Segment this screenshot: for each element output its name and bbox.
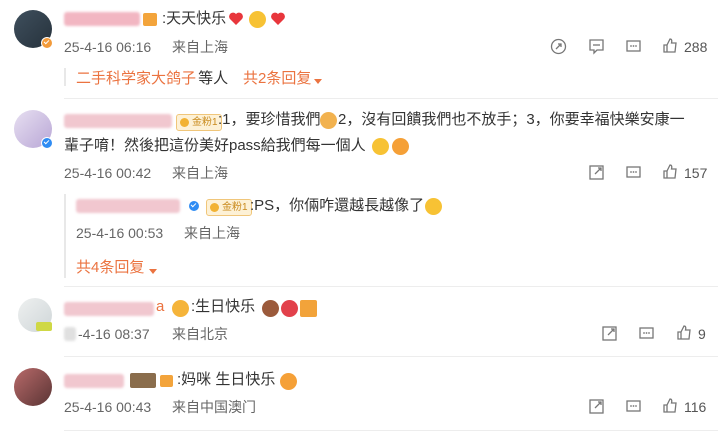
reply-author-link[interactable]: 二手科学家大鸽子 — [76, 67, 196, 88]
like-count: 288 — [684, 39, 708, 55]
location: 来自北京 — [172, 326, 228, 342]
member-icon — [130, 373, 156, 388]
kiss-heart-emoji — [392, 138, 409, 155]
grin-emoji — [249, 11, 266, 28]
divider — [64, 430, 718, 431]
comment-icon[interactable] — [638, 325, 655, 347]
member-icon — [143, 13, 157, 26]
reply-location: 来自上海 — [184, 225, 240, 241]
comment-text: 2，沒有回饋我們也不放手；3，你要幸福快樂安康一 — [338, 111, 685, 128]
share-icon[interactable] — [588, 398, 605, 420]
like-icon[interactable] — [662, 37, 679, 59]
comment-icon[interactable] — [588, 38, 605, 60]
username[interactable] — [64, 12, 140, 26]
like-icon[interactable] — [676, 324, 693, 346]
username[interactable] — [64, 114, 172, 128]
like-count: 116 — [684, 399, 707, 415]
date-prefix — [64, 327, 76, 341]
comment-text: :天天快乐 — [162, 10, 227, 27]
replies-connector: 等人 — [194, 70, 233, 87]
location: 来自中国澳门 — [172, 399, 256, 415]
verified-icon — [41, 137, 53, 149]
chevron-down-icon — [313, 73, 323, 91]
heart-emoji — [270, 11, 286, 27]
username-suffix[interactable]: a — [156, 297, 164, 317]
chevron-down-icon — [148, 263, 158, 281]
reply-username[interactable] — [76, 199, 180, 213]
replies-count-link[interactable]: 共2条回复 — [243, 67, 311, 88]
like-icon[interactable] — [662, 163, 679, 185]
username[interactable] — [64, 374, 124, 388]
kiss-emoji — [372, 138, 389, 155]
more-replies-link[interactable]: 共4条回复 — [76, 256, 144, 277]
comment-icon[interactable] — [625, 164, 642, 186]
location: 来自上海 — [172, 39, 228, 55]
timestamp: -4-16 08:37 — [78, 326, 150, 342]
reply-thread-line — [64, 194, 66, 278]
like-icon[interactable] — [662, 397, 679, 419]
avatar-decoration — [36, 322, 52, 331]
comment-text: :生日快乐 — [191, 298, 256, 315]
cake-emoji — [262, 300, 279, 317]
comment-text: :妈咪 生日快乐 — [177, 371, 276, 388]
timestamp: 25-4-16 06:16 — [64, 39, 152, 55]
avatar[interactable] — [14, 368, 52, 406]
like-count: 157 — [684, 165, 708, 181]
share-icon[interactable] — [601, 325, 618, 347]
like-count: 9 — [698, 326, 706, 342]
divider — [64, 356, 718, 357]
verified-icon — [41, 37, 53, 49]
reply-timestamp: 25-4-16 00:53 — [76, 225, 164, 241]
heart-eyes-emoji — [280, 373, 297, 390]
replies-summary[interactable]: 二手科学家大鸽子 等人 共2条回复 — [64, 64, 704, 90]
location: 来自上海 — [172, 165, 228, 181]
crown-emoji — [172, 300, 189, 317]
share-icon[interactable] — [550, 38, 567, 60]
laugh-emoji — [425, 198, 442, 215]
comment-icon[interactable] — [625, 398, 642, 420]
verified-icon — [188, 200, 200, 212]
share-icon[interactable] — [588, 164, 605, 186]
reply-text: :PS，你倆咋還越長越像了 — [250, 197, 425, 214]
divider — [64, 98, 718, 99]
member-icon — [160, 375, 173, 387]
fan-badge: 金粉1 — [176, 114, 222, 131]
fan-badge: 金粉1 — [206, 199, 252, 216]
heart-emoji — [228, 11, 244, 27]
divider — [64, 286, 718, 287]
timestamp: 25-4-16 00:43 — [64, 399, 152, 415]
timestamp: 25-4-16 00:42 — [64, 165, 152, 181]
cat-emoji — [320, 112, 337, 129]
balloon-emoji — [281, 300, 298, 317]
reply-thread-line — [64, 68, 66, 86]
comment-text: :1，要珍惜我們 — [218, 111, 321, 128]
username[interactable] — [64, 302, 154, 316]
reply-icon[interactable] — [625, 38, 642, 60]
gift-emoji — [300, 300, 317, 317]
comment-text: 輩子唷！然後把這份美好pass給我們每一個人 — [64, 137, 366, 154]
